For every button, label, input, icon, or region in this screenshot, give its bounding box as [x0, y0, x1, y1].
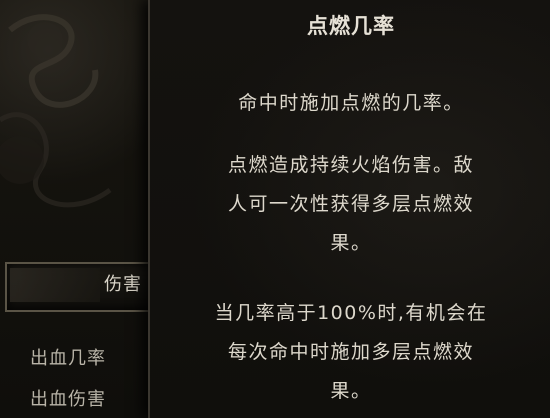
tab-damage-icon-area [10, 268, 100, 302]
tooltip-line: 每次命中时施加多层点燃效 [227, 341, 474, 363]
tooltip-line: 人可一次性获得多层点燃效 [227, 193, 474, 215]
tab-damage-label: 伤害 [104, 274, 142, 295]
tooltip-line: 点燃造成持续火焰伤害。敌 [227, 154, 474, 176]
tooltip-line: 当几率高于100%时,有机会在 [214, 302, 488, 324]
ornament-decoration [0, 14, 112, 208]
tooltip-title: 点燃几率 [307, 14, 395, 38]
stat-bleed-chance[interactable]: 出血几率 [30, 344, 106, 370]
tooltip-line: 命中时施加点燃的几率。 [238, 92, 464, 114]
stats-panel: 伤害 出血几率 出血伤害 [0, 0, 179, 418]
tooltip-line: 果。 [330, 380, 372, 402]
stat-bleed-damage[interactable]: 出血伤害 [30, 385, 106, 411]
tooltip-line: 果。 [330, 232, 372, 254]
game-screen: 伤害 出血几率 出血伤害 点燃几率 命中时施加点燃的几率。 点燃造成持续火焰伤害… [0, 0, 550, 418]
tooltip-ignite-chance: 点燃几率 命中时施加点燃的几率。 点燃造成持续火焰伤害。敌 人可一次性获得多层点… [148, 0, 550, 418]
